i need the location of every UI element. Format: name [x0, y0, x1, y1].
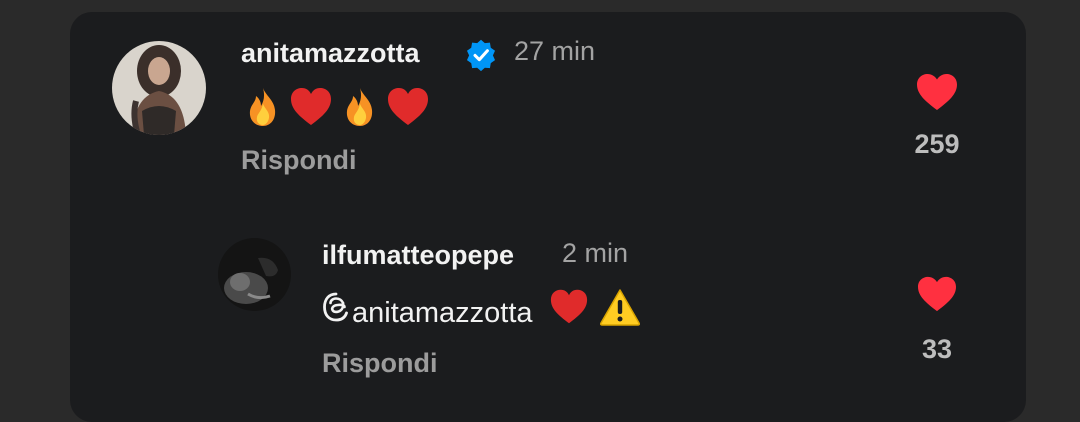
comment-username[interactable]: ilfumatteopepe [322, 238, 514, 272]
warning-emoji [599, 288, 641, 338]
mention-link[interactable]: anitamazzotta [352, 297, 533, 329]
like-count: 259 [914, 129, 960, 159]
verified-badge-icon [464, 38, 498, 72]
threads-icon [322, 292, 350, 334]
like-control: 33 [902, 275, 972, 366]
like-count: 33 [921, 334, 953, 364]
like-control: 259 [902, 72, 972, 161]
comment-text [243, 86, 430, 128]
comment-text: anitamazzotta [322, 288, 641, 330]
red-heart-emoji [289, 86, 333, 133]
comment-time: 2 min [562, 238, 629, 268]
fire-emoji [340, 86, 380, 133]
fire-emoji [243, 86, 283, 133]
reply-button[interactable]: Rispondi [322, 346, 438, 380]
red-heart-emoji [549, 288, 589, 338]
comment-username[interactable]: anitamazzotta [241, 36, 420, 70]
avatar[interactable] [112, 41, 206, 135]
heart-like-icon[interactable] [916, 275, 958, 318]
reply-button[interactable]: Rispondi [241, 143, 357, 177]
avatar[interactable] [218, 238, 291, 311]
red-heart-emoji [386, 86, 430, 133]
comment-time: 27 min [514, 36, 596, 66]
comments-panel [70, 12, 1026, 422]
heart-like-icon[interactable] [915, 72, 959, 117]
